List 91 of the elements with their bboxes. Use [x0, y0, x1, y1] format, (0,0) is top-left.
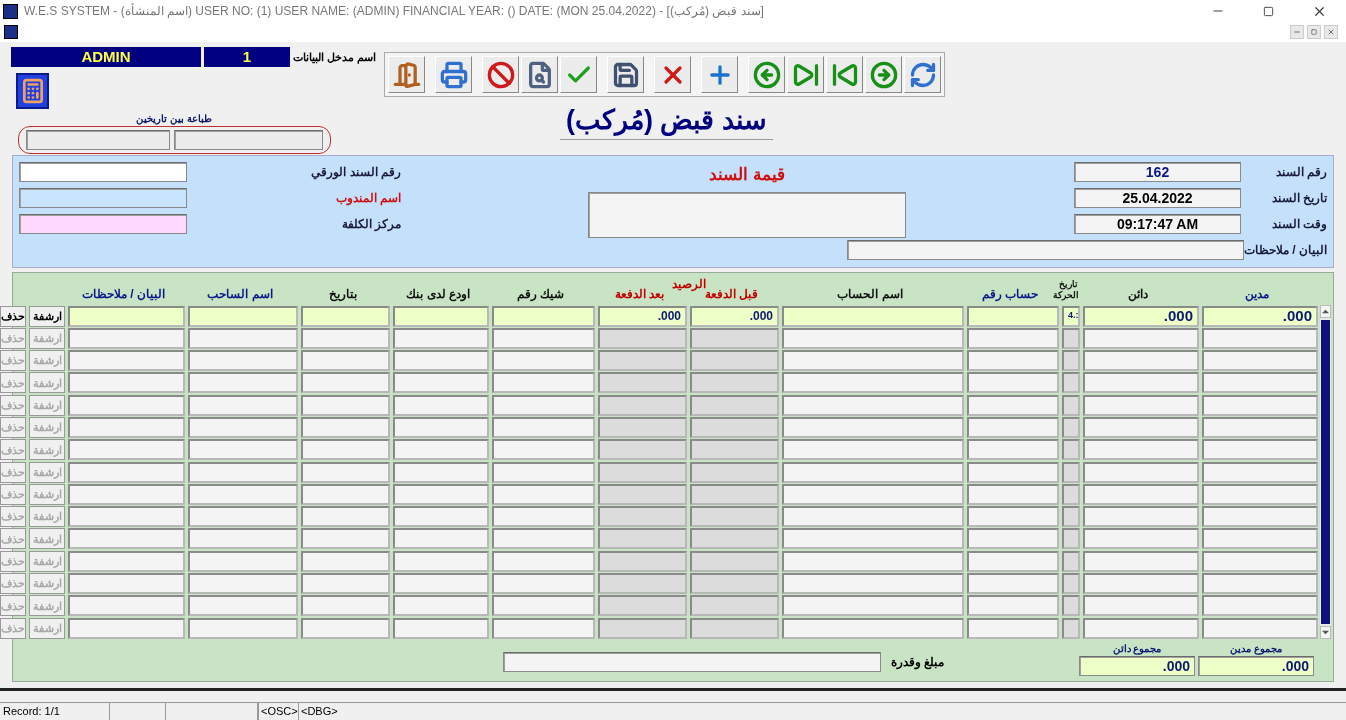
child-restore-icon[interactable] — [1307, 25, 1321, 39]
print-icon — [439, 60, 468, 89]
grid-cell[interactable]: .000 — [1202, 305, 1318, 327]
grid-cell[interactable] — [68, 305, 185, 327]
app-icon — [3, 3, 18, 19]
data-entry-label: اسم مدخل البيانات — [293, 49, 377, 66]
exit-icon — [392, 60, 421, 89]
next-icon — [869, 60, 898, 89]
exit-button[interactable] — [388, 56, 425, 93]
column-header: دائن — [1128, 286, 1148, 303]
grid-cell[interactable] — [782, 305, 964, 327]
status-pane: <DBG> — [298, 703, 338, 720]
grid-cell[interactable]: .000 — [598, 305, 687, 327]
column-header: اودع لدى بنك — [406, 286, 470, 303]
amount-in-words-field[interactable] — [502, 652, 881, 673]
refresh-button[interactable] — [904, 56, 941, 93]
credit-total-label: مجموع دائن — [1112, 642, 1162, 657]
up-arrow-icon — [1322, 308, 1329, 315]
first-button[interactable] — [826, 56, 863, 93]
delete-row-button[interactable]: حذف — [0, 305, 26, 327]
column-header: اسم الساحب — [207, 286, 273, 303]
record-status: Record: 1/1 — [0, 703, 110, 720]
column-header: بعد الدفعة — [614, 286, 665, 303]
column-header: حساب رقم — [981, 286, 1039, 303]
balance-group-header: الرصيد — [672, 276, 706, 292]
paper-voucher-number-label: رقم السند الورقي — [310, 164, 402, 181]
column-header: بتاريخ — [328, 286, 357, 303]
notes-field[interactable] — [847, 240, 1244, 260]
grid-cell[interactable] — [492, 305, 595, 327]
representative-field[interactable] — [19, 188, 187, 208]
column-header: اسم الحساب — [837, 286, 903, 303]
cancel-button[interactable] — [482, 56, 519, 93]
down-arrow-icon — [1322, 629, 1329, 636]
save-button[interactable] — [607, 56, 644, 93]
amount-in-words-label: مبلغ وقدرة — [890, 654, 944, 672]
grid-cell[interactable]: 4.: — [1062, 305, 1080, 327]
grid-cell[interactable] — [188, 305, 298, 327]
voucher-time-label: وقت السند — [1270, 216, 1327, 233]
column-header: البيان / ملاحظات — [82, 286, 165, 303]
print-between-dates-label: طباعة بين تاريخين — [136, 112, 212, 126]
form-title: سند قبض (مُركب) — [560, 101, 773, 140]
cost-center-label: مركز الكلفة — [340, 216, 402, 233]
debit-total-label: مجموع مدين — [1230, 642, 1282, 657]
column-header: شيك رقم — [516, 286, 565, 303]
refresh-icon — [908, 60, 937, 89]
grid-cell[interactable]: .000 — [690, 305, 779, 327]
previous-button[interactable] — [748, 56, 785, 93]
debit-total-field[interactable]: .000 — [1198, 656, 1314, 677]
restore-icon[interactable] — [1263, 5, 1274, 17]
previous-icon — [752, 60, 781, 89]
status-pane: <OSC> — [258, 703, 298, 720]
confirm-button[interactable] — [560, 56, 597, 93]
date-to-field[interactable] — [174, 130, 323, 150]
scroll-thumb[interactable] — [1321, 320, 1330, 624]
voucher-time-field[interactable]: 09:17:47 AM — [1074, 214, 1241, 234]
notes-label: البيان / ملاحظات — [1244, 242, 1327, 259]
voucher-date-label: تاريخ السند — [1270, 190, 1327, 207]
grid-cell[interactable]: .000 — [1083, 305, 1199, 327]
voucher-amount-field[interactable] — [588, 191, 906, 238]
scroll-down-button[interactable] — [1320, 626, 1331, 639]
cancel-icon — [486, 60, 515, 89]
document-icon — [4, 25, 18, 39]
voucher-date-field[interactable]: 25.04.2022 — [1074, 188, 1241, 208]
credit-total-field[interactable]: .000 — [1079, 656, 1195, 677]
grid-cell[interactable] — [301, 305, 390, 327]
scroll-up-button[interactable] — [1320, 305, 1331, 318]
add-button[interactable] — [701, 56, 738, 93]
vertical-scrollbar[interactable] — [1320, 305, 1331, 639]
calculator-button[interactable] — [16, 73, 49, 109]
user-name-display: ADMIN — [11, 47, 201, 67]
voucher-number-field[interactable]: 162 — [1074, 162, 1241, 182]
next-button[interactable] — [865, 56, 902, 93]
child-minimize-icon[interactable] — [1290, 25, 1304, 39]
column-header: مدين — [1245, 286, 1269, 303]
grid-cell[interactable] — [967, 305, 1059, 327]
delete-button[interactable] — [654, 56, 691, 93]
paper-voucher-number-field[interactable] — [19, 162, 187, 182]
window-title: W.E.S SYSTEM - (اسم المنشأة) USER NO: (1) USER NAME: (ADMIN) FINANCIAL YEAR: () DATE: (MON 25.04.2022) - [سند قبض (مُركب)] — [24, 2, 764, 20]
representative-label: اسم المندوب — [334, 190, 402, 207]
date-from-field[interactable] — [26, 130, 170, 150]
grid-cell[interactable] — [393, 305, 489, 327]
last-button[interactable] — [787, 56, 824, 93]
print-button[interactable] — [435, 56, 472, 93]
save-icon — [611, 60, 640, 89]
voucher-number-label: رقم السند — [1274, 164, 1327, 181]
voucher-amount-label: قيمة السند — [709, 164, 785, 186]
archive-button[interactable]: ارشفة — [29, 305, 65, 327]
cost-center-field[interactable] — [19, 214, 187, 234]
preview-button[interactable] — [521, 56, 558, 93]
user-number-display: 1 — [204, 47, 290, 67]
child-close-icon[interactable] — [1324, 25, 1338, 39]
